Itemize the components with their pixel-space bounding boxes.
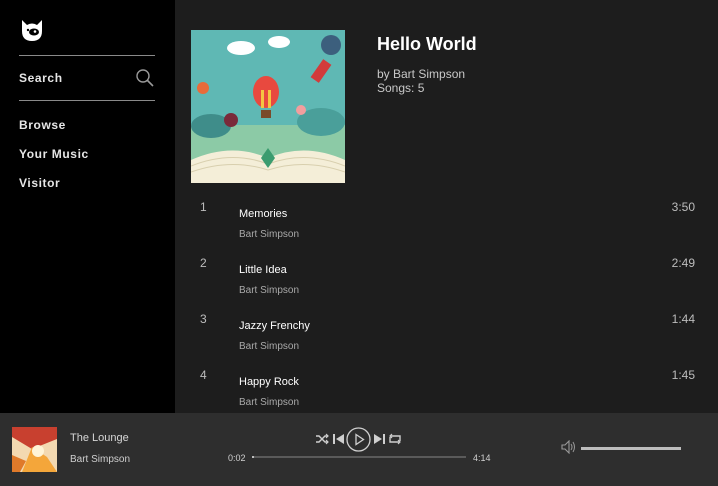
track-artist: Bart Simpson [239, 229, 300, 240]
total-time: 4:14 [473, 453, 491, 463]
volume-icon[interactable] [561, 440, 577, 454]
album-song-count: Songs: 5 [377, 81, 425, 95]
track-number: 1 [200, 200, 207, 214]
now-playing-artist[interactable]: Bart Simpson [70, 454, 130, 465]
track-title: Memories [239, 208, 288, 220]
main-content: Hello World by Bart Simpson Songs: 5 1 M… [175, 0, 718, 413]
sidebar-item-browse[interactable]: Browse [19, 118, 66, 132]
track-row[interactable]: 1 Memories Bart Simpson 3:50 [175, 200, 718, 256]
repeat-icon[interactable] [388, 432, 402, 446]
search-icon[interactable] [135, 68, 155, 88]
player-bar: The Lounge Bart Simpson 0:02 4:14 [0, 413, 718, 486]
track-duration: 3:50 [671, 200, 695, 214]
volume-fill [581, 447, 681, 450]
now-playing-cover-image [12, 427, 57, 472]
album-title: Hello World [377, 34, 477, 54]
track-row[interactable]: 2 Little Idea Bart Simpson 2:49 [175, 256, 718, 312]
search-label: Search [19, 71, 63, 85]
play-icon[interactable] [346, 427, 371, 452]
volume-slider[interactable] [581, 447, 681, 450]
track-title: Jazzy Frenchy [239, 320, 310, 332]
track-duration: 2:49 [671, 256, 695, 270]
shuffle-icon[interactable] [315, 432, 329, 446]
track-number: 4 [200, 368, 207, 382]
track-artist: Bart Simpson [239, 397, 300, 408]
track-title: Little Idea [239, 264, 287, 276]
track-number: 3 [200, 312, 207, 326]
sidebar-search[interactable]: Search [19, 68, 155, 90]
sidebar: Search Browse Your Music Visitor [0, 0, 175, 413]
track-duration: 1:44 [671, 312, 695, 326]
previous-icon[interactable] [332, 432, 345, 446]
sidebar-item-your-music[interactable]: Your Music [19, 147, 89, 161]
track-row[interactable]: 3 Jazzy Frenchy Bart Simpson 1:44 [175, 312, 718, 368]
sidebar-divider-bottom [19, 100, 155, 101]
track-title: Happy Rock [239, 376, 299, 388]
track-number: 2 [200, 256, 207, 270]
sidebar-divider-top [19, 55, 155, 56]
track-artist: Bart Simpson [239, 285, 300, 296]
album-cover-image [191, 30, 345, 183]
progress-fill [252, 456, 254, 458]
next-icon[interactable] [373, 432, 386, 446]
sidebar-item-visitor[interactable]: Visitor [19, 176, 60, 190]
current-time: 0:02 [228, 453, 246, 463]
track-row[interactable]: 4 Happy Rock Bart Simpson 1:45 [175, 368, 718, 413]
album-artist: by Bart Simpson [377, 67, 466, 81]
track-duration: 1:45 [671, 368, 695, 382]
cat-logo-icon[interactable] [19, 17, 45, 43]
now-playing-title[interactable]: The Lounge [70, 432, 129, 444]
progress-bar[interactable] [252, 456, 466, 458]
track-artist: Bart Simpson [239, 341, 300, 352]
